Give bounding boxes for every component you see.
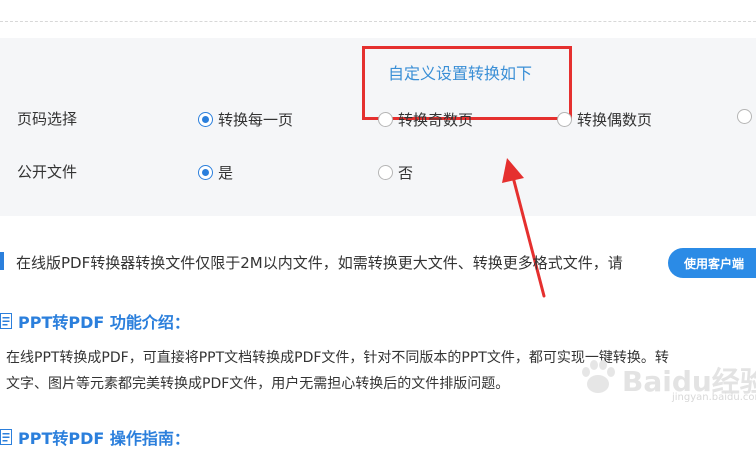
- document-icon: [0, 313, 12, 329]
- paw-icon: [582, 360, 615, 393]
- intro-paragraph-line2: 文字、图片等元素都完美转换成PDF文件，用户无需担心转换后的文件排版问题。: [6, 376, 510, 392]
- intro-title-text: PPT转PDF 功能介绍：: [18, 313, 190, 332]
- guide-title: PPT转PDF 操作指南：: [0, 425, 190, 449]
- watermark-sub: jingyan.baidu.com: [672, 392, 756, 403]
- notice-text: 在线版PDF转换器转换文件仅限于2M以内文件，如需转换更大文件、转换更多格式文件…: [16, 254, 623, 272]
- document-icon: [0, 429, 12, 445]
- notice-bar: 在线版PDF转换器转换文件仅限于2M以内文件，如需转换更大文件、转换更多格式文件…: [0, 248, 756, 278]
- baidu-jingyan-watermark: Baidu经验 jingyan.baidu.com: [578, 352, 756, 412]
- notice-accent: [0, 252, 4, 270]
- guide-title-text: PPT转PDF 操作指南：: [18, 429, 190, 448]
- intro-title: PPT转PDF 功能介绍：: [0, 309, 190, 333]
- use-client-button[interactable]: 使用客户端: [668, 248, 756, 278]
- intro-paragraph-line1: 在线PPT转换成PDF，可直接将PPT文档转换成PDF文件，针对不同版本的PPT…: [6, 350, 669, 366]
